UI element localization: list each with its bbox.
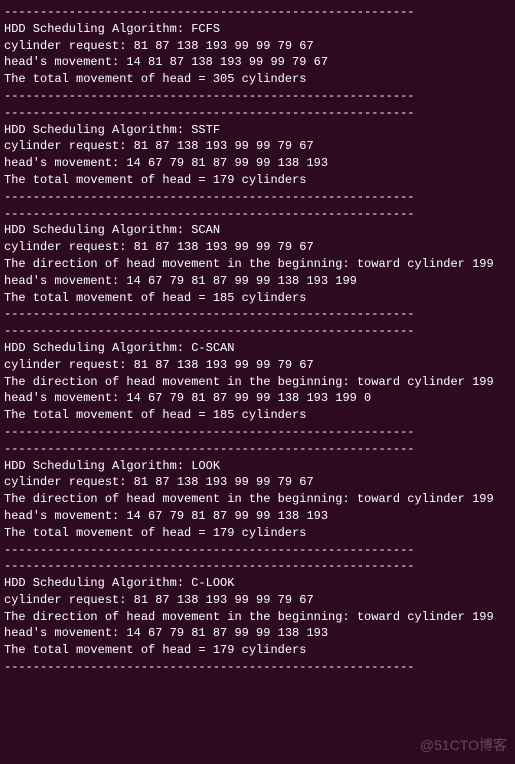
separator-line: ----------------------------------------…: [4, 441, 511, 458]
direction-line: The direction of head movement in the be…: [4, 609, 511, 626]
total-movement-line: The total movement of head = 305 cylinde…: [4, 71, 511, 88]
separator-line: ----------------------------------------…: [4, 189, 511, 206]
cylinder-request-line: cylinder request: 81 87 138 193 99 99 79…: [4, 592, 511, 609]
separator-line: ----------------------------------------…: [4, 88, 511, 105]
separator-line: ----------------------------------------…: [4, 105, 511, 122]
total-movement-line: The total movement of head = 185 cylinde…: [4, 407, 511, 424]
algorithm-name-line: HDD Scheduling Algorithm: SSTF: [4, 122, 511, 139]
separator-line: ----------------------------------------…: [4, 424, 511, 441]
head-movement-line: head's movement: 14 67 79 81 87 99 99 13…: [4, 273, 511, 290]
total-movement-line: The total movement of head = 179 cylinde…: [4, 172, 511, 189]
separator-line: ----------------------------------------…: [4, 206, 511, 223]
cylinder-request-line: cylinder request: 81 87 138 193 99 99 79…: [4, 357, 511, 374]
head-movement-line: head's movement: 14 67 79 81 87 99 99 13…: [4, 155, 511, 172]
direction-line: The direction of head movement in the be…: [4, 491, 511, 508]
cylinder-request-line: cylinder request: 81 87 138 193 99 99 79…: [4, 138, 511, 155]
head-movement-line: head's movement: 14 67 79 81 87 99 99 13…: [4, 625, 511, 642]
head-movement-line: head's movement: 14 67 79 81 87 99 99 13…: [4, 390, 511, 407]
watermark: @51CTO博客: [420, 736, 507, 756]
separator-line: ----------------------------------------…: [4, 306, 511, 323]
algorithm-name-line: HDD Scheduling Algorithm: LOOK: [4, 458, 511, 475]
cylinder-request-line: cylinder request: 81 87 138 193 99 99 79…: [4, 474, 511, 491]
separator-line: ----------------------------------------…: [4, 542, 511, 559]
total-movement-line: The total movement of head = 179 cylinde…: [4, 525, 511, 542]
direction-line: The direction of head movement in the be…: [4, 256, 511, 273]
cylinder-request-line: cylinder request: 81 87 138 193 99 99 79…: [4, 239, 511, 256]
direction-line: The direction of head movement in the be…: [4, 374, 511, 391]
separator-line: ----------------------------------------…: [4, 323, 511, 340]
terminal-output: ----------------------------------------…: [4, 4, 511, 676]
algorithm-name-line: HDD Scheduling Algorithm: FCFS: [4, 21, 511, 38]
separator-line: ----------------------------------------…: [4, 4, 511, 21]
head-movement-line: head's movement: 14 81 87 138 193 99 99 …: [4, 54, 511, 71]
total-movement-line: The total movement of head = 185 cylinde…: [4, 290, 511, 307]
separator-line: ----------------------------------------…: [4, 659, 511, 676]
algorithm-name-line: HDD Scheduling Algorithm: C-SCAN: [4, 340, 511, 357]
head-movement-line: head's movement: 14 67 79 81 87 99 99 13…: [4, 508, 511, 525]
total-movement-line: The total movement of head = 179 cylinde…: [4, 642, 511, 659]
cylinder-request-line: cylinder request: 81 87 138 193 99 99 79…: [4, 38, 511, 55]
algorithm-name-line: HDD Scheduling Algorithm: SCAN: [4, 222, 511, 239]
algorithm-name-line: HDD Scheduling Algorithm: C-LOOK: [4, 575, 511, 592]
separator-line: ----------------------------------------…: [4, 558, 511, 575]
